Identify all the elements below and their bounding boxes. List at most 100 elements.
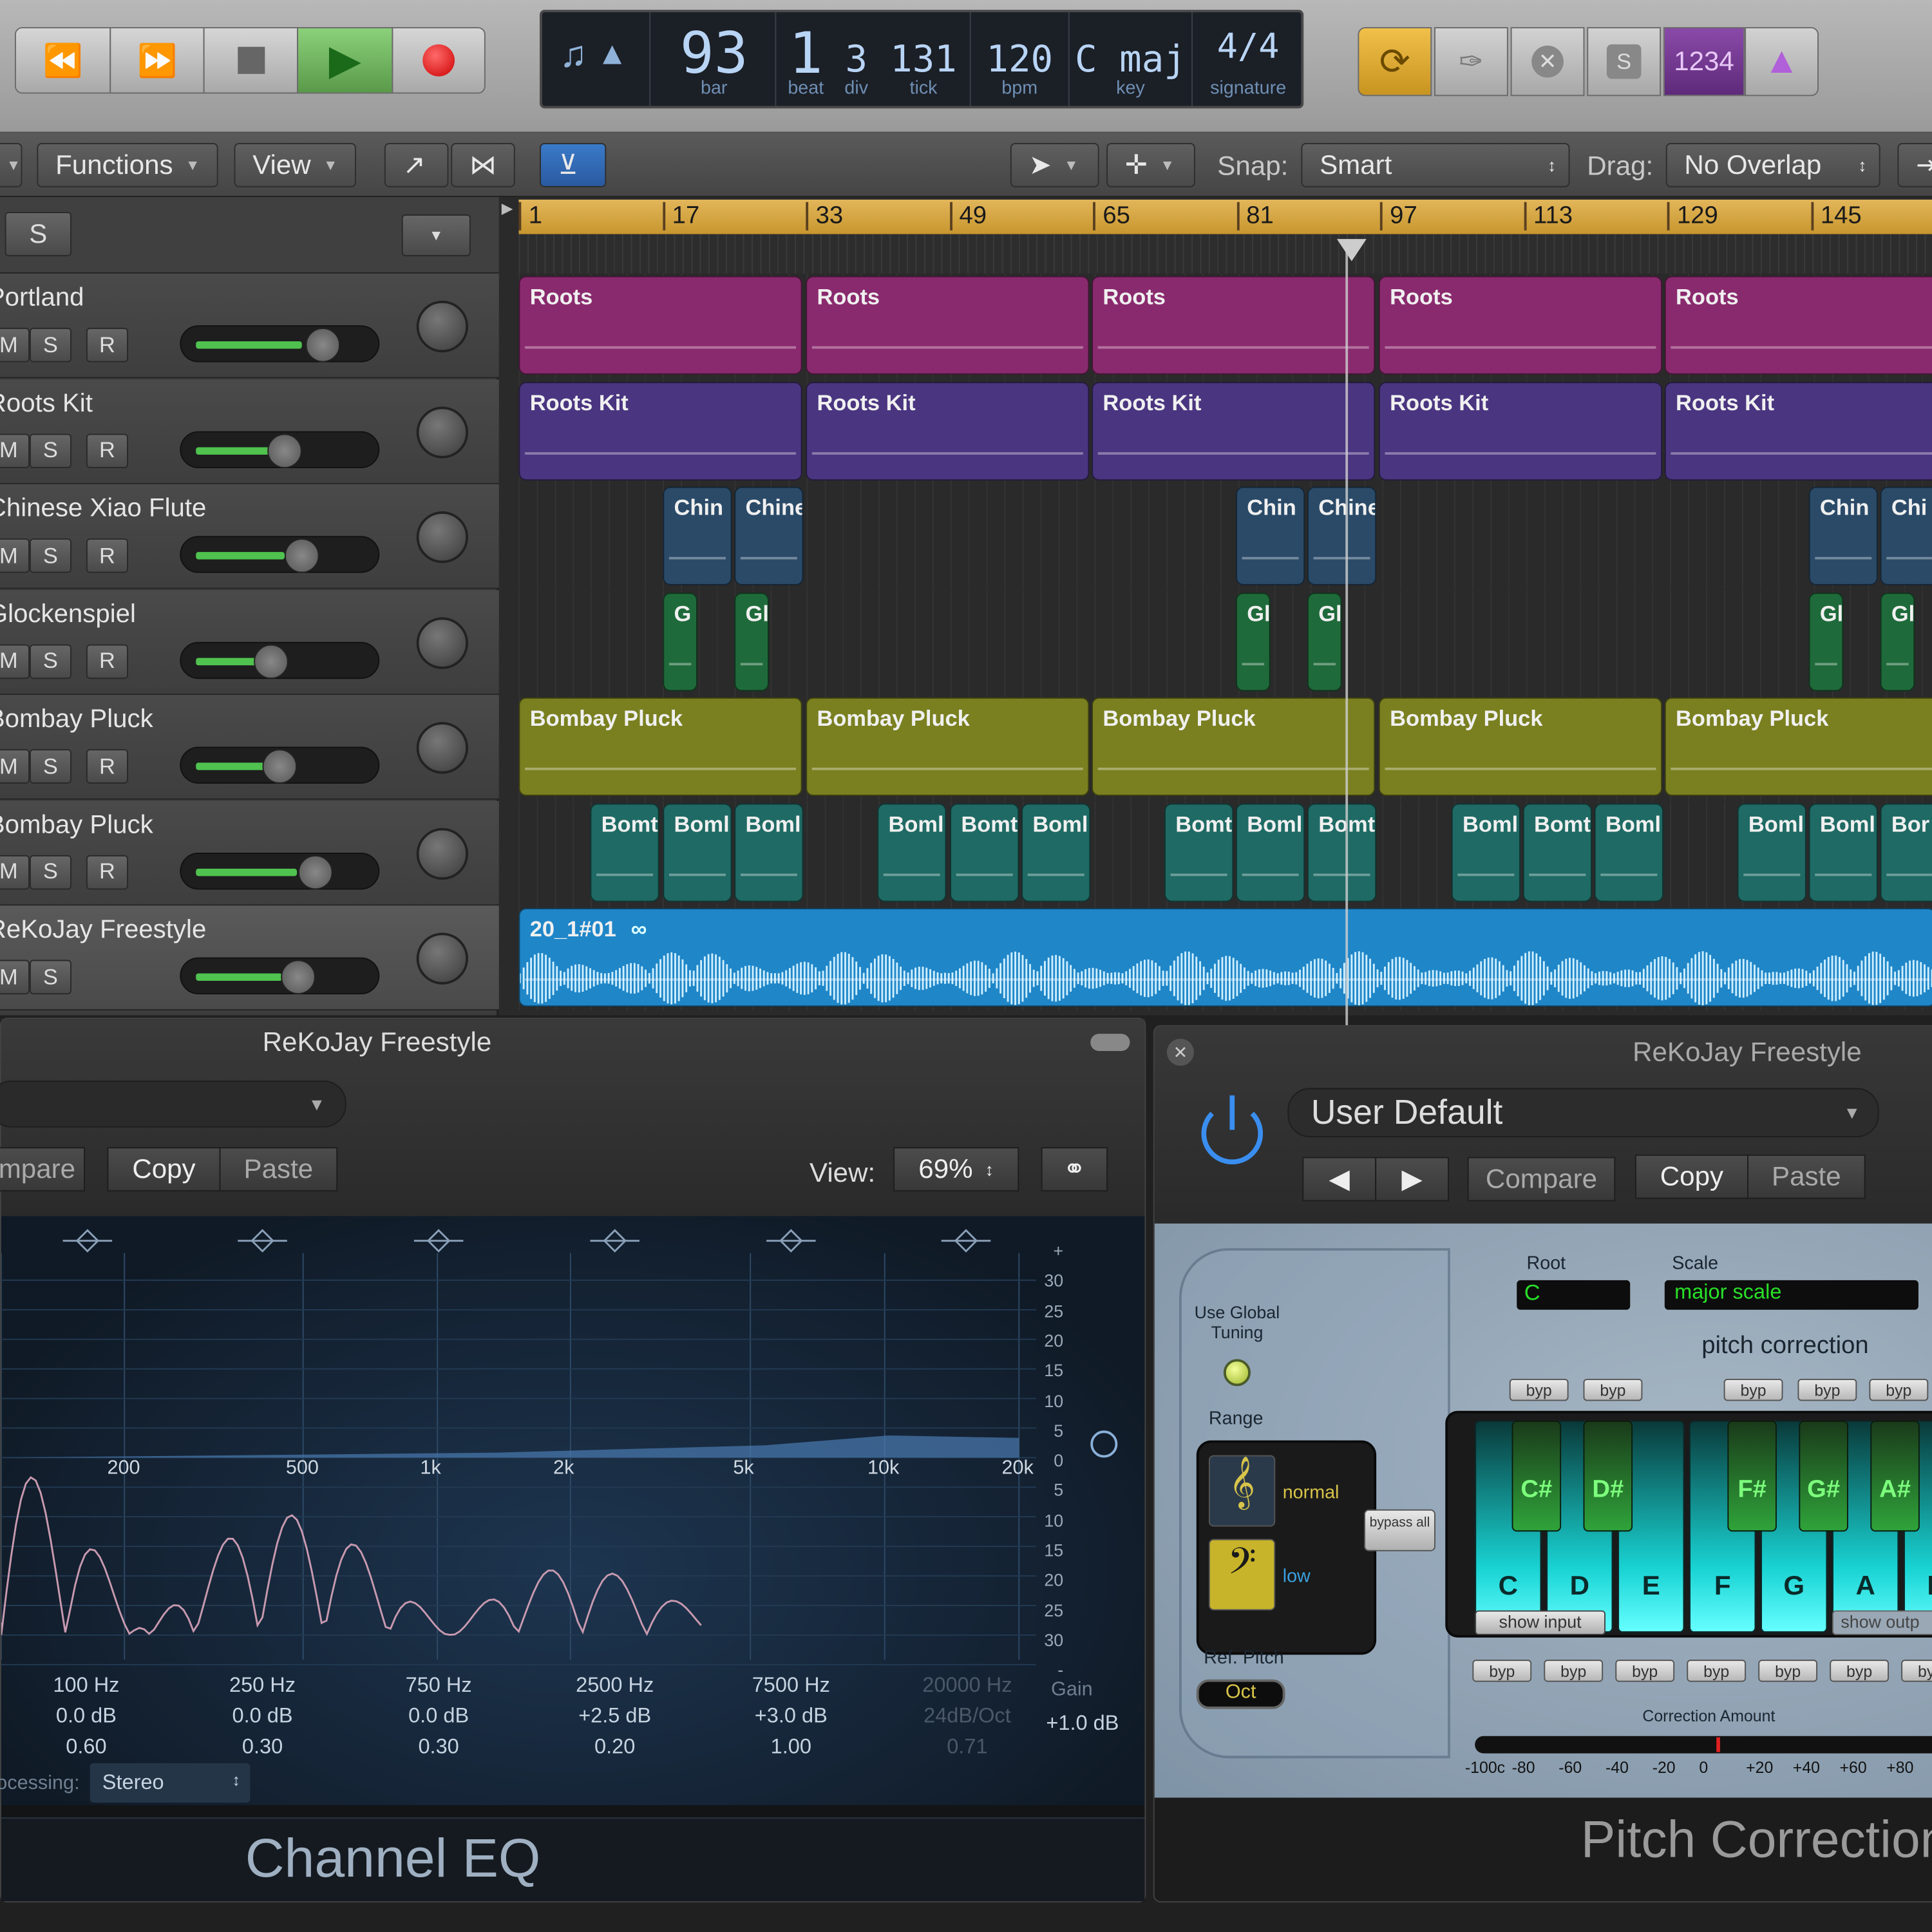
record-enable-button[interactable]: R: [86, 643, 128, 679]
play-button[interactable]: ▶: [297, 27, 393, 94]
eq-band[interactable]: 750 Hz 0.0 dB 0.30: [371, 1669, 506, 1761]
metronome-button[interactable]: ▲: [1745, 27, 1819, 97]
bypass-note-button[interactable]: byp: [1509, 1378, 1569, 1401]
bypass-note-button[interactable]: byp: [1472, 1660, 1532, 1682]
gain-handle[interactable]: [1090, 1430, 1118, 1458]
solo-button[interactable]: S: [29, 643, 71, 679]
volume-fader[interactable]: [180, 641, 380, 679]
pan-knob[interactable]: [416, 616, 469, 668]
eq-view-select[interactable]: 69% ↕: [893, 1147, 1019, 1192]
region-glockenspiel[interactable]: Gl: [1880, 592, 1915, 691]
band-gain[interactable]: 0.0 dB: [194, 1700, 330, 1731]
region-bombay-pluck-2[interactable]: Bomt: [1307, 802, 1377, 902]
mute-button[interactable]: M: [0, 749, 30, 784]
region-bombay-pluck[interactable]: Bombay Pluck: [806, 697, 1090, 796]
region-bombay-pluck-2[interactable]: Bomt: [950, 802, 1019, 902]
rewind-button[interactable]: ⏪: [14, 27, 111, 94]
volume-fader[interactable]: [180, 746, 380, 784]
eq-band[interactable]: 250 Hz 0.0 dB 0.30: [194, 1669, 330, 1761]
bypass-note-button[interactable]: byp: [1583, 1378, 1643, 1401]
track-name[interactable]: Bombay Pluck: [0, 810, 153, 840]
lcd-div[interactable]: 3 div: [835, 12, 877, 106]
region-bombay-pluck-2[interactable]: Boml: [1451, 802, 1520, 902]
region-glockenspiel[interactable]: G: [663, 592, 697, 691]
band-q[interactable]: 0.60: [19, 1731, 154, 1762]
region-flute[interactable]: Chi: [1880, 486, 1932, 585]
region-roots[interactable]: Roots: [1092, 276, 1376, 375]
band-q[interactable]: 0.30: [371, 1731, 506, 1762]
pointer-tool-menu[interactable]: ➤ ▼: [1010, 142, 1099, 187]
region-bombay-pluck[interactable]: Bombay Pluck: [518, 697, 802, 796]
band-handle-icon[interactable]: [62, 1229, 113, 1253]
region-bombay-pluck-2[interactable]: Boml: [663, 802, 732, 902]
track-name[interactable]: Glockenspiel: [0, 600, 136, 629]
volume-fader-knob[interactable]: [284, 538, 319, 573]
automation-button[interactable]: ↗: [384, 142, 449, 187]
mute-button[interactable]: M: [0, 538, 30, 573]
track-header[interactable]: Chinese Xiao Flute M S R: [0, 484, 499, 589]
region-bombay-pluck[interactable]: Bombay Pluck: [1092, 697, 1376, 796]
region-glockenspiel[interactable]: Gl: [734, 592, 769, 691]
pc-compare-button[interactable]: Compare: [1467, 1157, 1616, 1202]
record-enable-button[interactable]: R: [86, 854, 128, 889]
lcd-bar[interactable]: 93 bar: [653, 12, 777, 106]
band-gain[interactable]: 24dB/Oct: [900, 1700, 1035, 1731]
region-flute[interactable]: Chin: [663, 486, 732, 585]
region-audio[interactable]: 20_1#01 ∞: [518, 908, 1932, 1007]
solo-mode-button[interactable]: S: [1587, 27, 1662, 97]
drag-select[interactable]: No Overlap ↕: [1665, 142, 1880, 187]
mute-button[interactable]: M: [0, 960, 30, 995]
solo-button[interactable]: S: [29, 433, 71, 468]
pc-paste-button[interactable]: Paste: [1747, 1154, 1866, 1199]
region-roots-kit[interactable]: Roots Kit: [518, 381, 802, 480]
bypass-note-button[interactable]: byp: [1901, 1660, 1932, 1682]
region-bombay-pluck[interactable]: Bombay Pluck: [1664, 697, 1932, 796]
stop-button[interactable]: [203, 27, 299, 94]
region-bombay-pluck-2[interactable]: Boml: [877, 802, 947, 902]
pc-copy-button[interactable]: Copy: [1634, 1154, 1748, 1199]
use-global-tuning-led[interactable]: [1223, 1359, 1251, 1387]
bypass-note-button[interactable]: byp: [1615, 1660, 1675, 1682]
region-roots[interactable]: Roots: [518, 276, 802, 375]
region-bombay-pluck-2[interactable]: Bomt: [590, 802, 659, 902]
power-button[interactable]: [1201, 1095, 1264, 1165]
volume-fader[interactable]: [180, 852, 380, 889]
record-enable-button[interactable]: R: [86, 433, 128, 468]
region-roots-kit[interactable]: Roots Kit: [1378, 381, 1662, 480]
arrange-area[interactable]: ▶ 1 17 33 49 65 81 97 113 129 145 Roots Roots Roots…: [498, 197, 1932, 1016]
eq-compare-button[interactable]: mpare: [0, 1147, 86, 1192]
region-bombay-pluck[interactable]: Bombay Pluck: [1378, 697, 1662, 796]
band-freq[interactable]: 100 Hz: [19, 1669, 154, 1700]
band-freq[interactable]: 20000 Hz: [900, 1669, 1035, 1700]
region-roots[interactable]: Roots: [1378, 276, 1662, 375]
bypass-note-button[interactable]: byp: [1687, 1660, 1747, 1682]
black-key[interactable]: G#: [1799, 1420, 1848, 1532]
black-key[interactable]: F#: [1727, 1420, 1777, 1532]
track-options-button[interactable]: ▼: [401, 214, 471, 256]
track-lane[interactable]: Roots Kit Roots Kit Roots Kit Roots Kit Root…: [518, 379, 1932, 484]
volume-fader-knob[interactable]: [298, 854, 333, 889]
region-bombay-pluck-2[interactable]: Boml: [734, 802, 804, 902]
band-q[interactable]: 0.20: [547, 1731, 682, 1762]
record-enable-button[interactable]: R: [86, 749, 128, 784]
volume-fader[interactable]: [180, 536, 380, 573]
black-key[interactable]: D#: [1583, 1420, 1633, 1532]
volume-fader[interactable]: [180, 430, 380, 468]
solo-button[interactable]: S: [29, 749, 71, 784]
volume-fader-knob[interactable]: [262, 749, 297, 784]
track-name[interactable]: ReKoJay Freestyle: [0, 916, 206, 945]
ref-pitch-select[interactable]: Oct: [1196, 1679, 1285, 1709]
volume-fader-knob[interactable]: [305, 327, 340, 363]
region-roots[interactable]: Roots: [806, 276, 1090, 375]
band-q[interactable]: 0.30: [194, 1731, 330, 1762]
lcd-tempo[interactable]: 120 bpm: [971, 12, 1070, 106]
eq-band[interactable]: 100 Hz 0.0 dB 0.60: [19, 1669, 154, 1761]
black-key[interactable]: A#: [1870, 1420, 1920, 1532]
close-button[interactable]: ✕: [1166, 1038, 1194, 1066]
view-menu[interactable]: View ▼: [234, 142, 357, 187]
autopunch-button[interactable]: ✕: [1510, 27, 1585, 97]
band-handle-icon[interactable]: [590, 1229, 639, 1253]
region-roots[interactable]: Roots: [1664, 276, 1932, 375]
track-lane[interactable]: 20_1#01 ∞: [518, 905, 1932, 1010]
eq-band[interactable]: 7500 Hz +3.0 dB 1.00: [723, 1669, 858, 1761]
